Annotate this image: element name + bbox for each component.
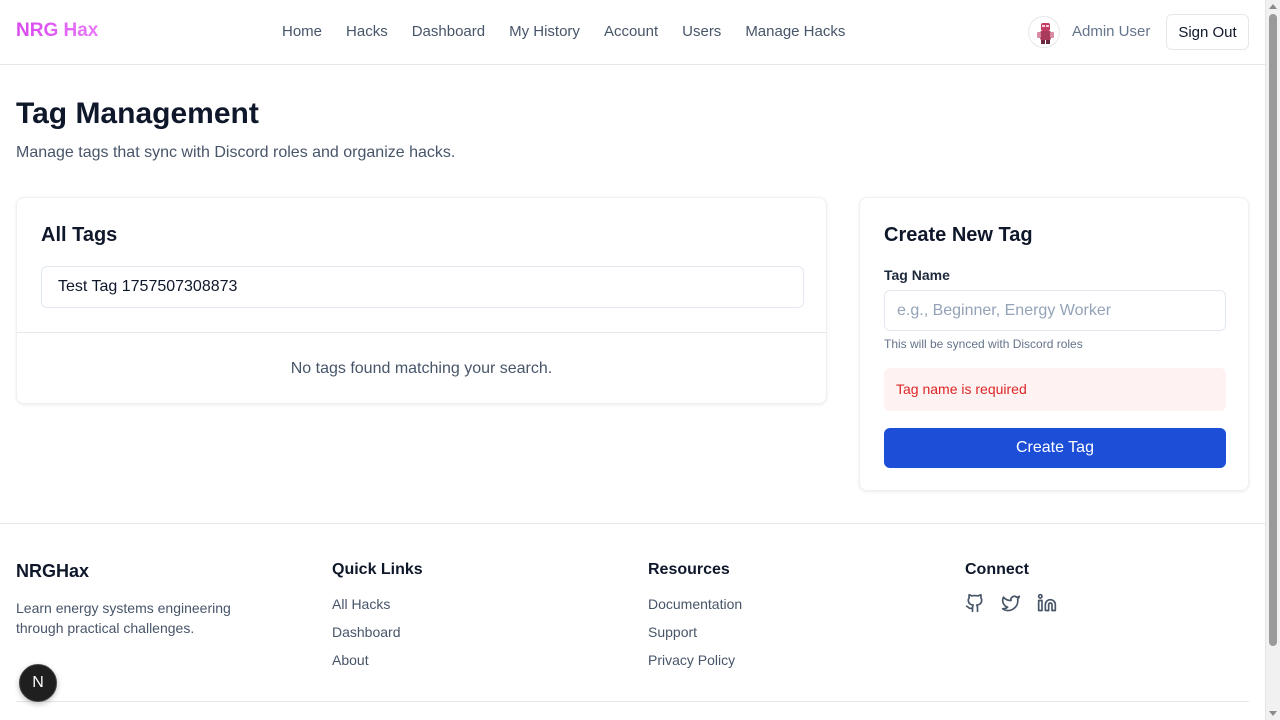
page-subtitle: Manage tags that sync with Discord roles… xyxy=(16,144,456,161)
page-title: Tag Management xyxy=(16,97,259,130)
page-scrollbar[interactable] xyxy=(1265,0,1280,720)
footer-link-about[interactable]: About xyxy=(332,650,401,670)
create-tag-button[interactable]: Create Tag xyxy=(884,428,1226,468)
twitter-icon[interactable] xyxy=(1001,593,1021,613)
tag-name-label: Tag Name xyxy=(884,267,950,283)
footer-link-support[interactable]: Support xyxy=(648,622,742,642)
footer: NRGHax Learn energy systems engineering … xyxy=(0,523,1265,720)
page: NRG Hax Home Hacks Dashboard My History … xyxy=(0,0,1265,720)
footer-brand: NRGHax xyxy=(16,561,90,581)
empty-state-message: No tags found matching your search. xyxy=(290,360,553,377)
main-nav: Home Hacks Dashboard My History Account … xyxy=(282,23,845,40)
linkedin-icon[interactable] xyxy=(1037,593,1057,613)
error-alert: Tag name is required xyxy=(884,368,1226,411)
connect-title: Connect xyxy=(965,561,1029,578)
footer-link-dashboard[interactable]: Dashboard xyxy=(332,622,401,642)
nav-manage-hacks[interactable]: Manage Hacks xyxy=(745,23,845,40)
tag-name-help-text: This will be synced with Discord roles xyxy=(884,337,1083,351)
sign-out-button[interactable]: Sign Out xyxy=(1166,14,1249,50)
resources-list: Documentation Support Privacy Policy xyxy=(648,594,742,670)
all-tags-card: All Tags No tags found matching your sea… xyxy=(16,197,827,404)
footer-description: Learn energy systems engineering through… xyxy=(16,600,231,636)
brand-logo[interactable]: NRG Hax xyxy=(16,20,98,42)
footer-link-all-hacks[interactable]: All Hacks xyxy=(332,594,401,614)
nav-account[interactable]: Account xyxy=(604,23,658,40)
scrollbar-thumb[interactable] xyxy=(1269,14,1277,646)
dev-tools-badge[interactable]: N xyxy=(19,664,57,702)
user-name: Admin User xyxy=(1072,23,1151,40)
all-tags-title: All Tags xyxy=(41,224,118,246)
footer-link-privacy-policy[interactable]: Privacy Policy xyxy=(648,650,742,670)
resources-title: Resources xyxy=(648,561,730,578)
footer-link-documentation[interactable]: Documentation xyxy=(648,594,742,614)
nav-my-history[interactable]: My History xyxy=(509,23,580,40)
social-links xyxy=(965,593,1057,613)
footer-bottom-divider xyxy=(16,701,1249,702)
tag-name-input[interactable] xyxy=(884,290,1226,331)
nav-users[interactable]: Users xyxy=(682,23,721,40)
nav-home[interactable]: Home xyxy=(282,23,322,40)
quick-links-title: Quick Links xyxy=(332,561,423,578)
nav-hacks[interactable]: Hacks xyxy=(346,23,388,40)
scroll-down-arrow-icon[interactable] xyxy=(1269,711,1277,716)
quick-links-list: All Hacks Dashboard About xyxy=(332,594,401,670)
tag-search-input[interactable] xyxy=(41,266,804,308)
scroll-up-arrow-icon[interactable] xyxy=(1269,4,1277,9)
create-tag-title: Create New Tag xyxy=(884,224,1033,246)
top-nav-bar: NRG Hax Home Hacks Dashboard My History … xyxy=(0,0,1265,65)
create-tag-card: Create New Tag Tag Name This will be syn… xyxy=(859,197,1249,491)
avatar[interactable] xyxy=(1028,16,1060,48)
avatar-character-icon xyxy=(1037,23,1054,44)
github-icon[interactable] xyxy=(965,593,985,613)
nav-dashboard[interactable]: Dashboard xyxy=(412,23,485,40)
divider xyxy=(17,332,826,333)
